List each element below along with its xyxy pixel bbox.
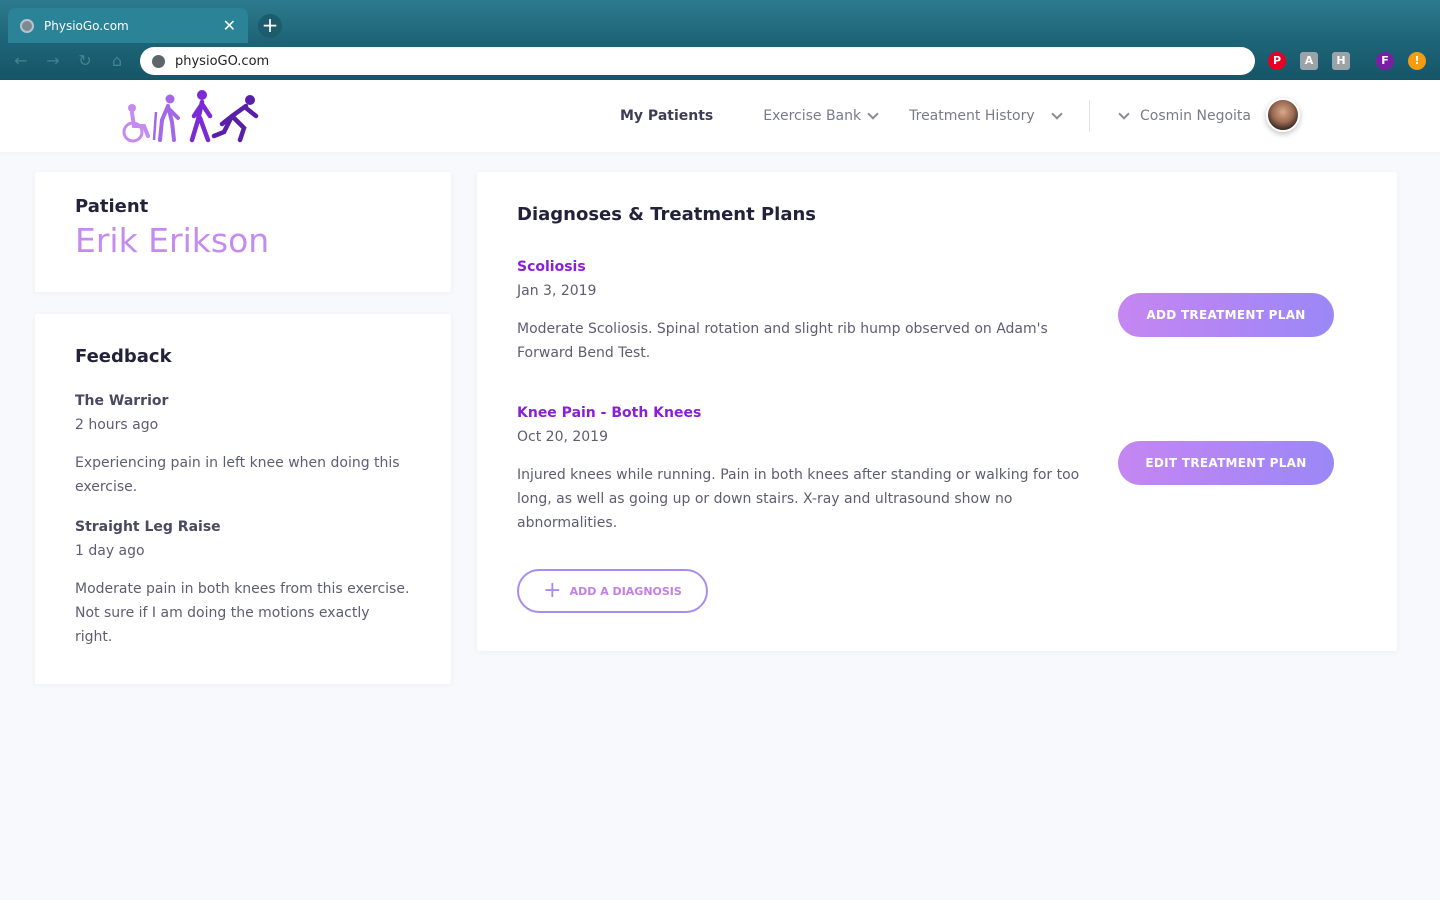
globe-icon: [20, 18, 34, 33]
address-bar[interactable]: physioGO.com: [140, 47, 1255, 75]
user-name: Cosmin Negoita: [1140, 108, 1251, 124]
add-diagnosis-label: ADD A DIAGNOSIS: [569, 584, 682, 598]
plus-icon: +: [543, 578, 562, 603]
nav-my-patients[interactable]: My Patients: [620, 108, 713, 124]
app-header: My Patients Exercise Bank Treatment Hist…: [0, 80, 1440, 152]
extension-icon-1[interactable]: A: [1300, 52, 1318, 70]
diagnosis-description: Injured knees while running. Pain in bot…: [517, 467, 1080, 531]
chevron-down-icon: [1118, 108, 1130, 120]
feedback-time: 1 day ago: [75, 543, 145, 559]
feedback-text: Experiencing pain in left knee when doin…: [75, 455, 400, 495]
feedback-item: Straight Leg Raise 1 day ago Moderate pa…: [75, 519, 411, 649]
feedback-exercise-title[interactable]: Straight Leg Raise: [75, 519, 411, 535]
close-icon[interactable]: ✕: [223, 17, 236, 34]
add-treatment-plan-button[interactable]: ADD TREATMENT PLAN: [1118, 293, 1334, 337]
extension-icon-2[interactable]: H: [1332, 52, 1350, 70]
nav-treatment-history-label: Treatment History: [909, 108, 1035, 124]
browser-nav-buttons: ← → ↻ ⌂: [12, 52, 126, 70]
nav-divider: [1089, 100, 1090, 132]
tab-title: PhysioGo.com: [44, 18, 129, 33]
forward-arrow-icon[interactable]: →: [44, 52, 62, 70]
chevron-down-icon: [867, 108, 879, 120]
avatar[interactable]: [1266, 98, 1300, 132]
patient-card: Patient Erik Erikson: [35, 172, 451, 292]
physiogo-logo[interactable]: [118, 88, 263, 146]
diagnosis-description: Moderate Scoliosis. Spinal rotation and …: [517, 321, 1048, 361]
feedback-exercise-title[interactable]: The Warrior: [75, 393, 411, 409]
feedback-card: Feedback The Warrior 2 hours ago Experie…: [35, 314, 451, 684]
patient-name: Erik Erikson: [75, 221, 270, 260]
profile-icon[interactable]: F: [1376, 52, 1394, 70]
diagnosis-item: Knee Pain - Both Knees Oct 20, 2019 Inju…: [517, 405, 1357, 535]
user-menu[interactable]: Cosmin Negoita: [1118, 80, 1251, 152]
chevron-down-icon: [1050, 108, 1063, 120]
add-diagnosis-button[interactable]: + ADD A DIAGNOSIS: [517, 569, 708, 613]
reload-icon[interactable]: ↻: [76, 52, 94, 70]
back-arrow-icon[interactable]: ←: [12, 52, 30, 70]
feedback-item: The Warrior 2 hours ago Experiencing pai…: [75, 393, 411, 499]
patient-label: Patient: [75, 196, 149, 217]
site-info-icon[interactable]: [152, 54, 165, 68]
feedback-heading: Feedback: [75, 346, 172, 367]
browser-tab[interactable]: PhysioGo.com ✕: [8, 8, 248, 43]
nav-treatment-history[interactable]: Treatment History: [909, 108, 1063, 124]
feedback-time: 2 hours ago: [75, 417, 159, 433]
nav-exercise-bank[interactable]: Exercise Bank: [763, 108, 879, 124]
alert-icon[interactable]: !: [1408, 52, 1426, 70]
main-nav: My Patients Exercise Bank Treatment Hist…: [620, 80, 1063, 152]
diagnosis-item: Scoliosis Jan 3, 2019 Moderate Scoliosis…: [517, 259, 1357, 365]
diagnosis-name[interactable]: Knee Pain - Both Knees: [517, 405, 1357, 421]
new-tab-button[interactable]: +: [258, 14, 282, 38]
pinterest-icon[interactable]: P: [1268, 52, 1286, 70]
nav-exercise-bank-label: Exercise Bank: [763, 108, 862, 124]
home-icon[interactable]: ⌂: [108, 52, 126, 70]
diagnoses-card: Diagnoses & Treatment Plans Scoliosis Ja…: [477, 172, 1397, 651]
diagnosis-name[interactable]: Scoliosis: [517, 259, 1357, 275]
diagnoses-heading: Diagnoses & Treatment Plans: [517, 204, 817, 225]
edit-treatment-plan-button[interactable]: EDIT TREATMENT PLAN: [1118, 441, 1334, 485]
browser-chrome: PhysioGo.com ✕ + ← → ↻ ⌂ physioGO.com P …: [0, 0, 1440, 80]
extensions-bar: P A H F !: [1268, 52, 1426, 70]
feedback-text: Moderate pain in both knees from this ex…: [75, 581, 410, 645]
url-text[interactable]: physioGO.com: [175, 54, 269, 69]
